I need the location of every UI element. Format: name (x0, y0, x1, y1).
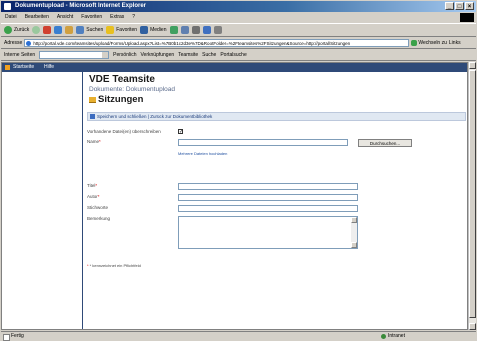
mail-icon[interactable] (180, 26, 189, 34)
folder-icon (89, 96, 96, 103)
search-icon (76, 26, 85, 34)
media-icon (140, 26, 149, 34)
close-button[interactable]: × (465, 2, 474, 10)
refresh-icon[interactable] (54, 26, 63, 34)
autor-label: Autor* (87, 194, 100, 199)
name-label: Name* (87, 139, 101, 144)
links-toolbar: Interne Seiten Persönlich Verknüpfungen … (1, 50, 476, 61)
sharepoint-icon (5, 65, 10, 70)
sharepoint-top-bar: Startseite Hilfe (2, 63, 467, 72)
links-label[interactable]: Links (449, 40, 461, 46)
go-button[interactable]: Wechseln zu (411, 40, 447, 46)
links-dropdown[interactable] (39, 51, 110, 59)
intranet-globe-icon (381, 334, 386, 339)
required-footnote: * * kennzeichnet ein Pflichtfeld (87, 263, 141, 268)
link-portalsuche[interactable]: Portalsuche (220, 52, 246, 58)
menu-bearbeiten[interactable]: Bearbeiten (21, 13, 53, 22)
edit-icon[interactable] (202, 26, 211, 34)
go-arrow-icon (411, 40, 418, 46)
overwrite-checkbox[interactable]: ✓ (178, 129, 183, 135)
menu-favoriten[interactable]: Favoriten (77, 13, 106, 22)
status-bar: Fertig Intranet (1, 331, 476, 341)
address-input[interactable]: http://portal.vde.com/teamsites/upload/F… (24, 39, 410, 47)
address-bar: Adresse http://portal.vde.com/teamsites/… (1, 38, 476, 49)
links-toolbar-label: Interne Seiten (4, 52, 36, 58)
maximize-button[interactable]: □ (455, 2, 464, 10)
link-teamsite[interactable]: Teamsite (178, 52, 198, 58)
menu-help[interactable]: ? (128, 13, 139, 22)
browser-window: Dokumentupload - Microsoft Internet Expl… (0, 0, 477, 341)
link-hilfe[interactable]: Hilfe (44, 63, 54, 72)
page-status-icon (3, 334, 10, 341)
search-button[interactable]: Suchen (76, 26, 103, 34)
autor-input[interactable] (178, 194, 358, 201)
back-arrow-icon (4, 26, 12, 34)
link-verknuepfungen[interactable]: Verknüpfungen (141, 52, 175, 58)
media-button[interactable]: Medien (140, 26, 167, 34)
overwrite-label: Vorhandene Datei(en) überschreiben (87, 129, 161, 134)
forward-arrow-icon (32, 26, 41, 34)
discuss-icon[interactable] (213, 26, 222, 34)
menu-bar: Datei Bearbeiten Ansicht Favoriten Extra… (1, 13, 476, 22)
favorites-button[interactable]: Favoriten (106, 26, 137, 34)
address-label: Adresse (4, 40, 23, 46)
name-file-input[interactable] (178, 139, 348, 146)
bemerkung-label: Bemerkung (87, 216, 111, 221)
scroll-down-icon[interactable] (351, 242, 357, 248)
title-bar: Dokumentupload - Microsoft Internet Expl… (1, 1, 476, 12)
minimize-button[interactable]: _ (445, 2, 454, 10)
main-content: VDE Teamsite Dokumente: Dokumentupload S… (82, 72, 467, 329)
upload-multiple-link[interactable]: Mehrere Dateien hochladen (178, 151, 227, 156)
ie-app-icon (4, 3, 11, 10)
print-icon[interactable] (191, 26, 200, 34)
site-title: VDE Teamsite (89, 74, 155, 85)
page-viewport: Startseite Hilfe VDE Teamsite Dokumente:… (1, 62, 468, 330)
windows-logo-icon (460, 13, 474, 22)
bemerkung-textarea[interactable] (178, 216, 358, 249)
scroll-up-icon[interactable] (351, 217, 357, 223)
link-suche[interactable]: Suche (202, 52, 216, 58)
home-icon[interactable] (65, 26, 74, 34)
page-scrollbar[interactable] (468, 62, 476, 330)
stichworte-input[interactable] (178, 205, 358, 212)
menu-extras[interactable]: Extras (106, 13, 128, 22)
save-icon (90, 114, 95, 119)
forward-button[interactable] (32, 26, 41, 34)
browse-button[interactable]: Durchsuchen... (358, 139, 412, 147)
action-bar[interactable]: Speichern und schließen | Zurück zur Dok… (87, 112, 466, 121)
scroll-up-arrow-icon[interactable] (469, 62, 476, 69)
stichworte-label: Stichworte (87, 205, 109, 210)
breadcrumb[interactable]: Dokumente: Dokumentupload (89, 86, 175, 93)
title-label: Titel* (87, 183, 98, 188)
window-title: Dokumentupload - Microsoft Internet Expl… (15, 3, 147, 9)
status-text: Fertig (11, 333, 24, 339)
back-button[interactable]: Zurück (4, 26, 29, 34)
page-title: Sitzungen (89, 94, 143, 105)
scroll-thumb[interactable] (469, 70, 476, 318)
scroll-down-arrow-icon[interactable] (469, 323, 476, 330)
history-icon[interactable] (169, 26, 178, 34)
menu-ansicht[interactable]: Ansicht (53, 13, 77, 22)
link-startseite[interactable]: Startseite (13, 63, 34, 72)
link-persoenlich[interactable]: Persönlich (113, 52, 136, 58)
page-icon (26, 41, 32, 46)
menu-datei[interactable]: Datei (1, 13, 21, 22)
title-input[interactable] (178, 183, 358, 190)
security-zone: Intranet (381, 332, 405, 341)
standard-toolbar: Zurück Suchen Favoriten Medien (1, 23, 476, 37)
star-icon (106, 26, 115, 34)
stop-icon[interactable] (43, 26, 52, 34)
textarea-scrollbar[interactable] (351, 217, 357, 248)
